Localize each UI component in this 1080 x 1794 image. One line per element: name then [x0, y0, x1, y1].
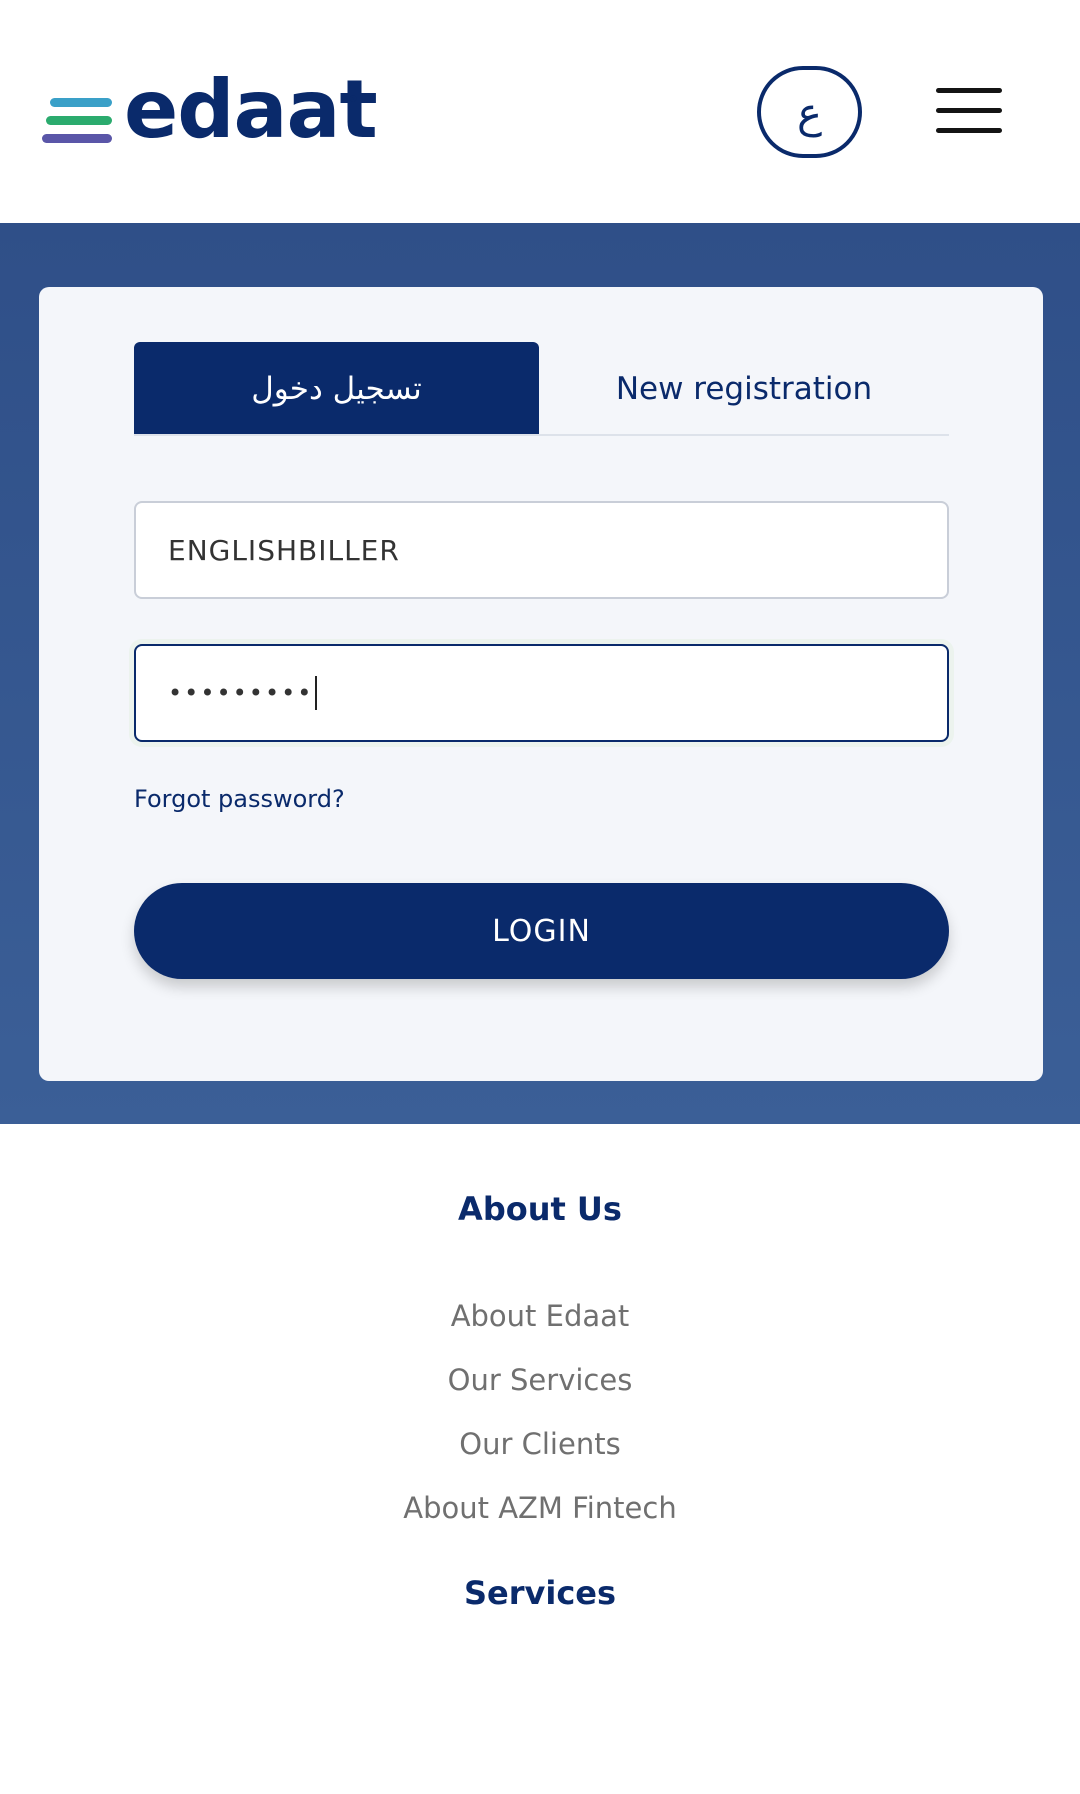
- hamburger-menu-icon[interactable]: [936, 86, 1004, 138]
- menu-line: [936, 88, 1002, 93]
- footer-link-about-edaat[interactable]: About Edaat: [0, 1284, 1080, 1348]
- menu-line: [936, 128, 1002, 133]
- username-input[interactable]: ENGLISHBILLER: [134, 501, 949, 599]
- footer-heading-services: Services: [463, 1574, 617, 1612]
- language-toggle-button[interactable]: ع: [757, 66, 862, 158]
- login-card: تسجيل دخول New registration ENGLISHBILLE…: [39, 287, 1043, 1081]
- edaat-logo[interactable]: edaat ®: [42, 70, 378, 156]
- logo-bar-purple: [42, 134, 112, 143]
- logo-bar-blue: [50, 98, 112, 107]
- footer-link-our-services[interactable]: Our Services: [0, 1348, 1080, 1412]
- app-header: edaat ® ع: [0, 0, 1080, 223]
- footer-link-about-azm-fintech[interactable]: About AZM Fintech: [0, 1476, 1080, 1540]
- password-value: •••••••••: [168, 679, 314, 707]
- forgot-password-link[interactable]: Forgot password?: [134, 785, 345, 813]
- login-button[interactable]: LOGIN: [134, 883, 949, 979]
- hero-banner: تسجيل دخول New registration ENGLISHBILLE…: [0, 223, 1080, 1124]
- logo-bar-green: [46, 116, 112, 125]
- footer-heading-about-us: About Us: [458, 1190, 622, 1228]
- password-input[interactable]: •••••••••: [134, 644, 949, 742]
- footer-link-our-clients[interactable]: Our Clients: [0, 1412, 1080, 1476]
- text-caret: [315, 676, 318, 710]
- logo-wordmark: edaat: [124, 63, 378, 156]
- username-value: ENGLISHBILLER: [168, 533, 400, 567]
- tab-new-registration[interactable]: New registration: [539, 342, 949, 436]
- auth-tabs: تسجيل دخول New registration: [134, 342, 949, 436]
- tabs-divider: [134, 434, 949, 436]
- logo-mark-icon: [42, 98, 114, 144]
- logo-registered-mark: ®: [348, 94, 358, 105]
- tab-login[interactable]: تسجيل دخول: [134, 342, 539, 436]
- site-footer: About Us About Edaat Our Services Our Cl…: [0, 1124, 1080, 1794]
- menu-line: [936, 108, 1002, 113]
- footer-about-links: About Edaat Our Services Our Clients Abo…: [0, 1284, 1080, 1540]
